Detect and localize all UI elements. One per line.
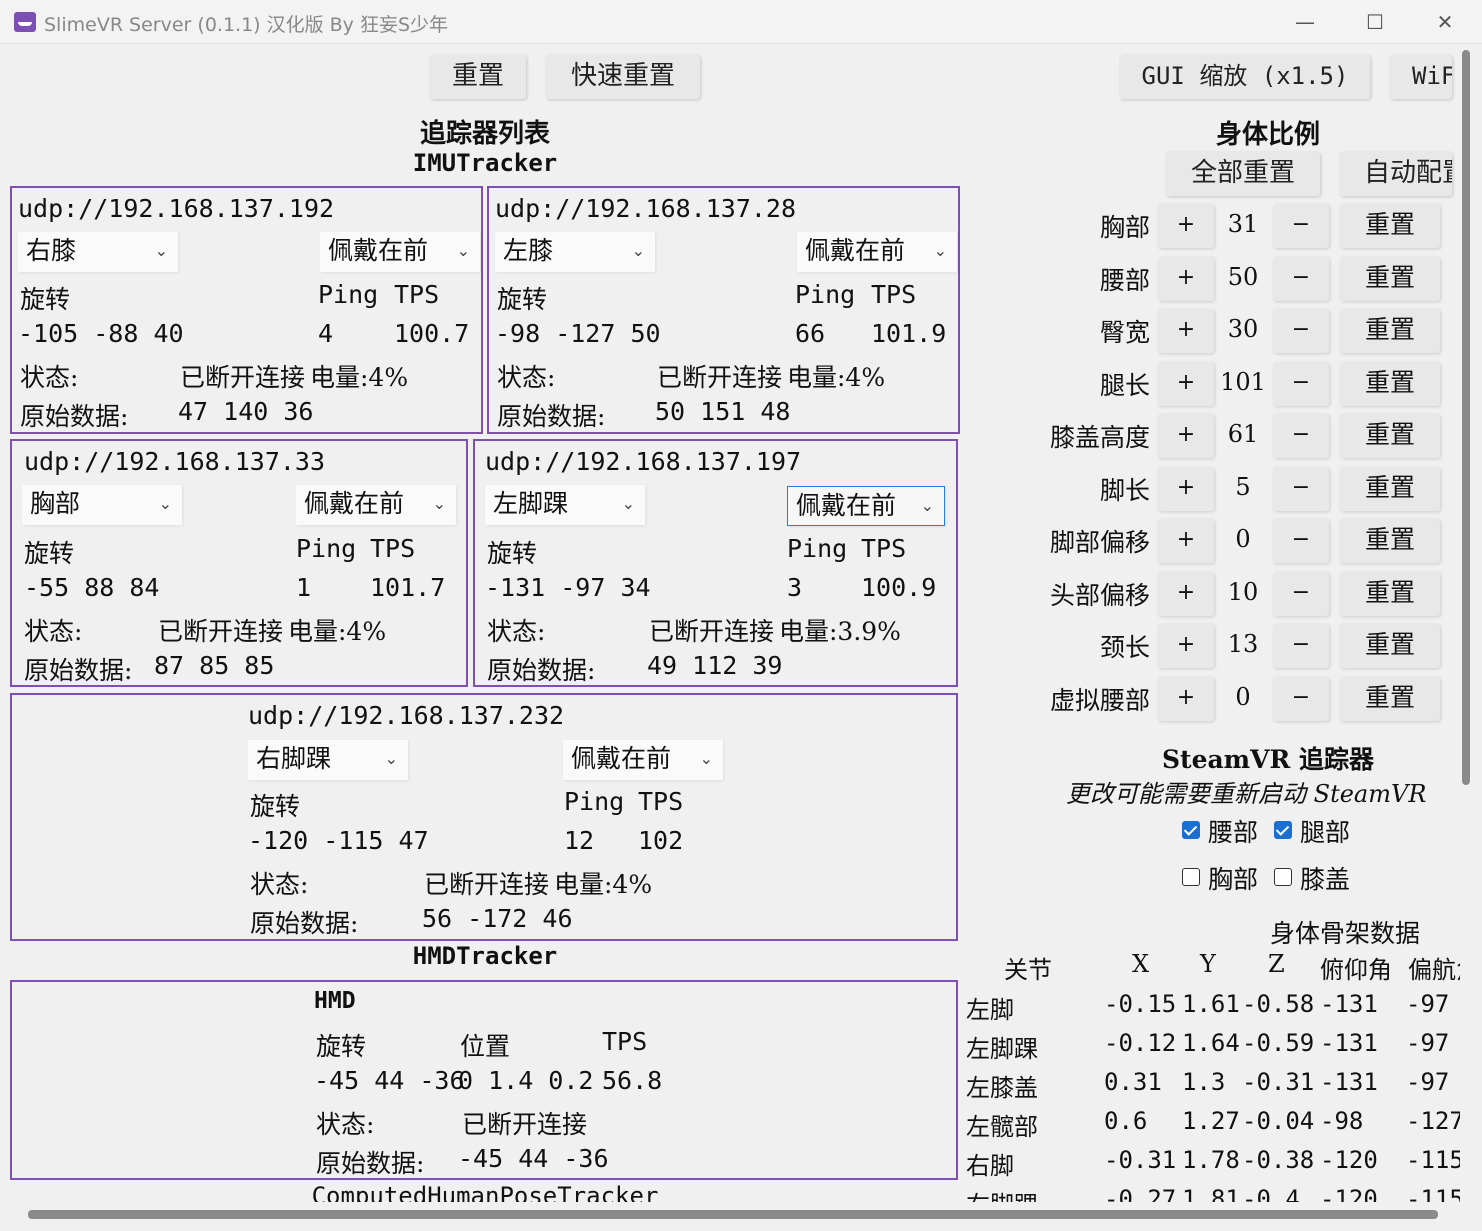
- skeleton-joint-name: 右脚踝: [966, 1185, 1038, 1202]
- skeleton-cell: -131: [1320, 1029, 1378, 1057]
- skeleton-cell: -97: [1406, 1029, 1450, 1057]
- skeleton-cell: -120: [1320, 1185, 1378, 1202]
- skeleton-column-header: 关节: [1004, 956, 1052, 984]
- skeleton-cell: -131: [1320, 1068, 1378, 1096]
- skeleton-cell: -0.38: [1242, 1146, 1315, 1174]
- skeleton-cell: -98: [1320, 1107, 1364, 1135]
- skeleton-joint-name: 左膝盖: [966, 1074, 1038, 1102]
- skeleton-cell: 1.81: [1182, 1185, 1240, 1202]
- skeleton-cell: -0.4: [1242, 1185, 1300, 1202]
- skeleton-cell: -131: [1320, 990, 1378, 1018]
- skeleton-joint-name: 右脚: [966, 1152, 1014, 1180]
- skeleton-cell: -0.15: [1104, 990, 1177, 1018]
- skeleton-cell: -115: [1406, 1185, 1460, 1202]
- skeleton-cell: -0.27: [1104, 1185, 1177, 1202]
- skeleton-cell: 0.6: [1104, 1107, 1148, 1135]
- skeleton-cell: 1.61: [1182, 990, 1240, 1018]
- skeleton-joint-name: 左脚: [966, 996, 1014, 1024]
- skeleton-column-header: 偏航角: [1408, 956, 1460, 984]
- skeleton-column-header: Y: [1200, 950, 1216, 978]
- skeleton-cell: -0.31: [1104, 1146, 1177, 1174]
- skeleton-cell: 1.27: [1182, 1107, 1240, 1135]
- skeleton-cell: 1.78: [1182, 1146, 1240, 1174]
- skeleton-cell: -0.58: [1242, 990, 1315, 1018]
- skeleton-column-header: Z: [1268, 950, 1285, 978]
- skeleton-joint-name: 左髋部: [966, 1113, 1038, 1141]
- vertical-scrollbar[interactable]: [1462, 50, 1470, 785]
- skeleton-column-header: 俯仰角: [1320, 956, 1392, 984]
- skeleton-cell: -0.12: [1104, 1029, 1177, 1057]
- skeleton-cell: -127: [1406, 1107, 1460, 1135]
- skeleton-cell: 1.64: [1182, 1029, 1240, 1057]
- skeleton-cell: -115: [1406, 1146, 1460, 1174]
- skeleton-cell: 1.3: [1182, 1068, 1226, 1096]
- skeleton-cell: -0.31: [1242, 1068, 1315, 1096]
- horizontal-scrollbar[interactable]: [28, 1210, 1438, 1219]
- skeleton-cell: -97: [1406, 1068, 1450, 1096]
- skeleton-cell: -120: [1320, 1146, 1378, 1174]
- skeleton-cell: -0.04: [1242, 1107, 1315, 1135]
- skeleton-cell: -0.59: [1242, 1029, 1315, 1057]
- skeleton-cell: -97: [1406, 990, 1450, 1018]
- skeleton-cell: 0.31: [1104, 1068, 1162, 1096]
- skeleton-data-table: 关节XYZ俯仰角偏航角左脚-0.151.61-0.58-131-97左脚踝-0.…: [0, 0, 1460, 1202]
- skeleton-column-header: X: [1132, 950, 1150, 978]
- skeleton-joint-name: 左脚踝: [966, 1035, 1038, 1063]
